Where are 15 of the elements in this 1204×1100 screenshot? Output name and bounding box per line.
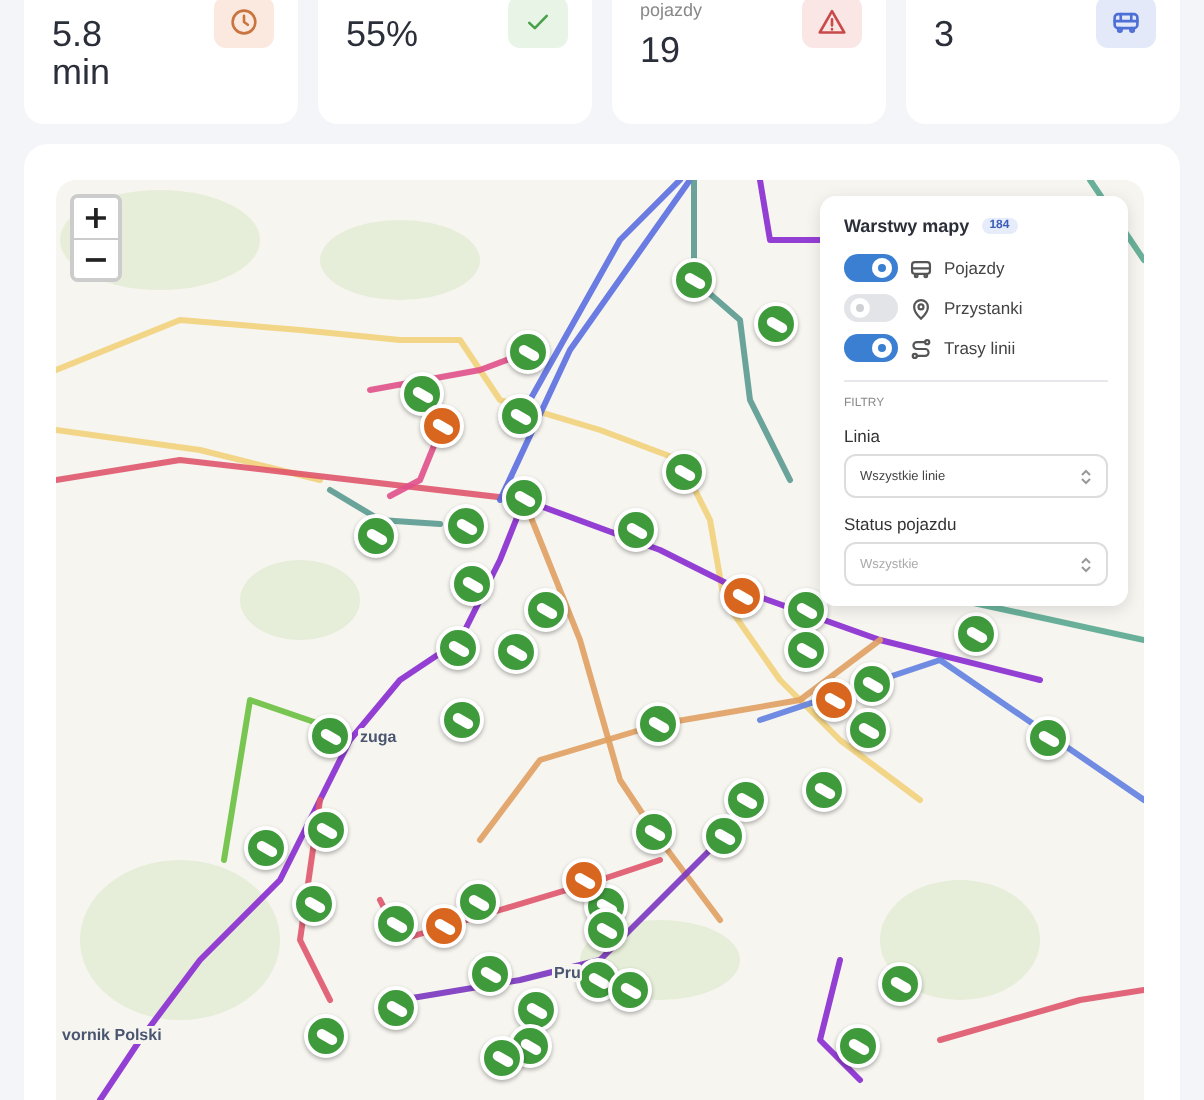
zoom-out-button[interactable]: − (74, 238, 118, 278)
filter-label: Linia (844, 426, 882, 446)
stat-value: 55% (346, 16, 421, 54)
layer-label: Przystanki (944, 298, 1023, 318)
stat-label: pojazdy (640, 0, 705, 20)
stat-value: 5.8 min (52, 16, 113, 92)
stat-value: 19 (640, 32, 683, 70)
layer-label: Trasy linii (944, 338, 1016, 358)
layer-label: Pojazdy (944, 258, 1005, 278)
filter-label: Status pojazdu (844, 514, 959, 534)
panel-title: Warstwy mapy (844, 216, 970, 236)
place-label: zuga (358, 728, 399, 746)
stat-value: 3 (934, 16, 957, 54)
place-label: vornik Polski (60, 1026, 164, 1044)
place-label: Pru (552, 964, 583, 982)
